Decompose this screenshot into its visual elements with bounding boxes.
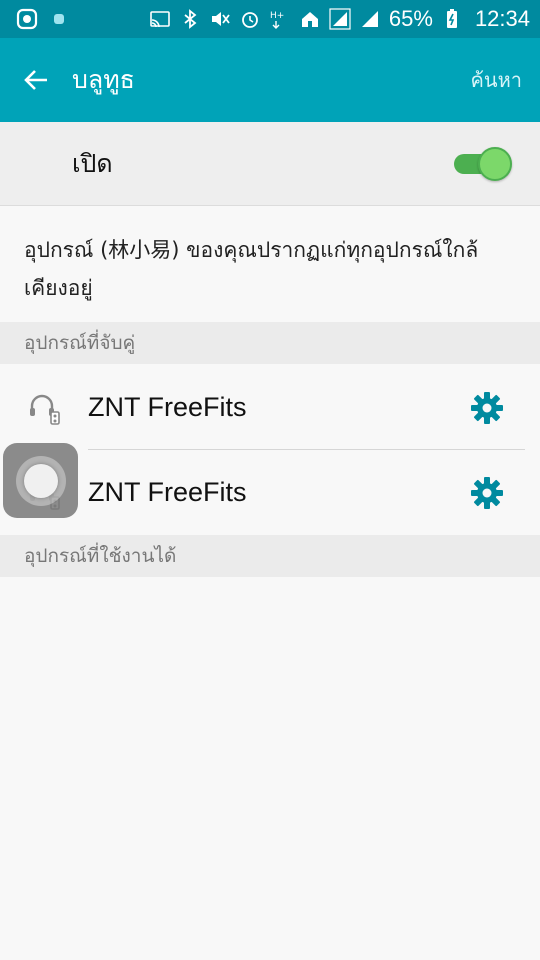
- toggle-label: เปิด: [72, 148, 113, 178]
- back-button[interactable]: [0, 38, 72, 122]
- notification-icon: [48, 8, 70, 30]
- device-settings-button[interactable]: [470, 476, 504, 510]
- switch-thumb: [478, 146, 512, 181]
- paired-device-row[interactable]: ZNT FreeFits: [0, 365, 540, 450]
- bluetooth-icon: [179, 8, 201, 30]
- home-icon: [299, 8, 321, 30]
- paired-device-row[interactable]: ZNT FreeFits: [0, 450, 540, 535]
- device-name: ZNT FreeFits: [88, 477, 247, 507]
- assistive-dot: [23, 463, 58, 498]
- visibility-description: อุปกรณ์ (林小易) ของคุณปรากฏแก่ทุกอุปกรณ์ใก…: [0, 207, 540, 322]
- device-name: ZNT FreeFits: [88, 392, 247, 422]
- status-bar: H+ 65% 12:34: [0, 0, 540, 38]
- device-settings-button[interactable]: [470, 391, 504, 425]
- bluetooth-toggle-row[interactable]: เปิด: [0, 122, 540, 206]
- clock: 12:34: [474, 6, 530, 31]
- assistive-ring: [15, 455, 66, 506]
- app-bar: บลูทูธ ค้นหา: [0, 38, 540, 122]
- available-devices-header: อุปกรณ์ที่ใช้งานได้: [0, 535, 540, 577]
- bluetooth-switch[interactable]: [454, 146, 512, 181]
- record-icon: [16, 8, 38, 30]
- headset-icon: [0, 365, 88, 450]
- battery-percent: 65%: [388, 6, 433, 31]
- signal-icon: [329, 8, 351, 30]
- alarm-icon: [239, 8, 261, 30]
- gear-icon: [471, 391, 503, 424]
- cast-icon: [149, 8, 171, 30]
- paired-devices-header: อุปกรณ์ที่จับคู่: [0, 322, 540, 364]
- gear-icon: [471, 476, 503, 509]
- assistive-touch-button[interactable]: [3, 443, 78, 518]
- page-title: บลูทูธ: [72, 65, 135, 94]
- arrow-back-icon: [24, 70, 47, 90]
- signal-icon-2: [359, 8, 381, 30]
- search-button[interactable]: ค้นหา: [471, 64, 522, 96]
- mute-icon: [209, 8, 231, 30]
- battery-charging-icon: [441, 8, 463, 30]
- svg-text:H+: H+: [270, 11, 284, 21]
- data-icon: H+: [269, 8, 291, 30]
